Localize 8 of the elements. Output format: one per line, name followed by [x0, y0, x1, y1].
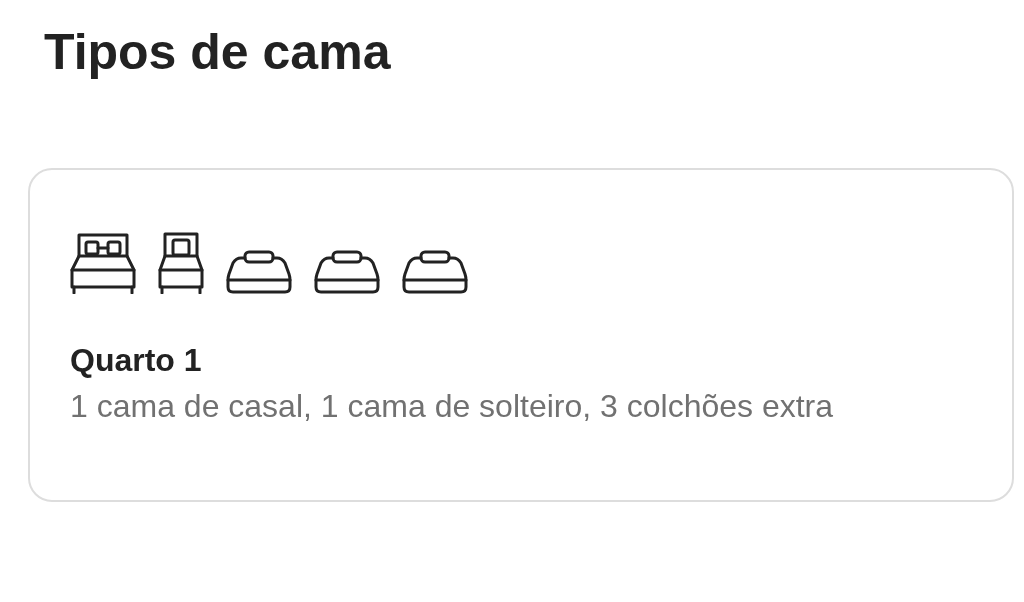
single-bed-icon [158, 232, 204, 294]
room-name: Quarto 1 [70, 341, 202, 380]
double-bed-icon [70, 232, 136, 294]
mattress-icon [402, 250, 468, 294]
mattress-icon [226, 250, 292, 294]
mattress-icon [314, 250, 380, 294]
bed-summary: 1 cama de casal, 1 cama de solteiro, 3 colchões extra [70, 387, 834, 426]
page-title: Tipos de cama [44, 23, 391, 82]
